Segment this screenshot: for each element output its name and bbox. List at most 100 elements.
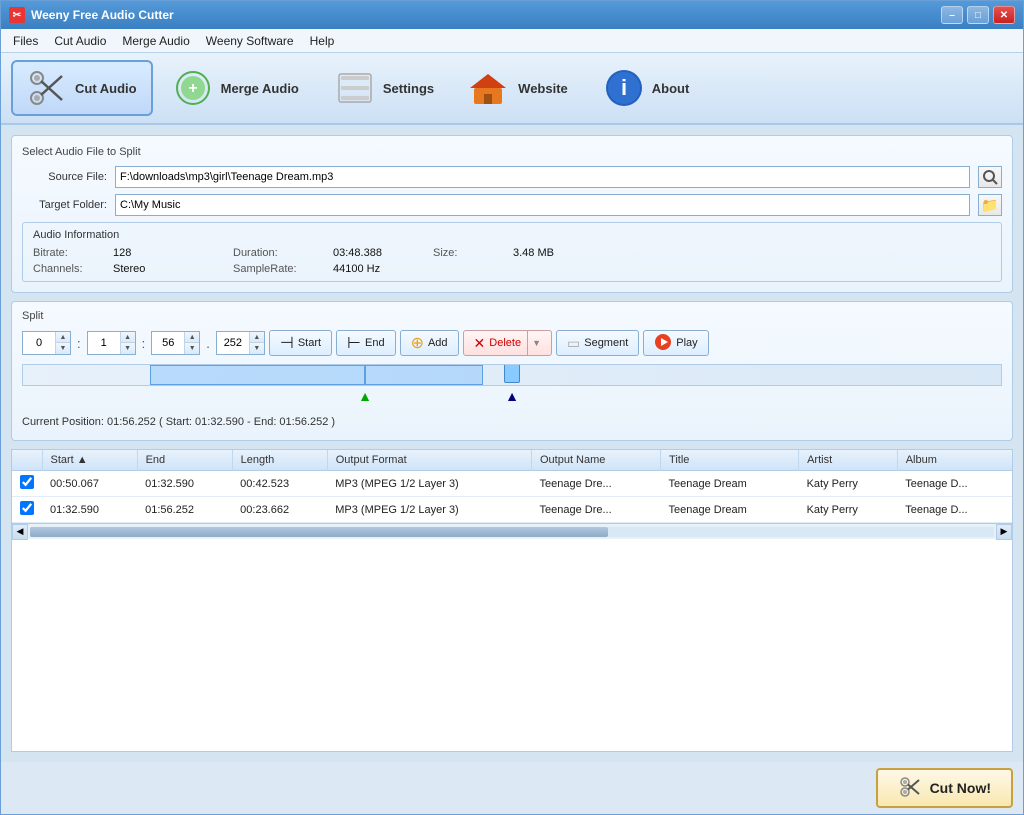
scroll-left-button[interactable]: ◀ [12, 524, 28, 540]
source-file-row: Source File: [22, 166, 1002, 188]
play-button[interactable]: Play [643, 330, 708, 356]
tenths-input[interactable] [152, 332, 184, 354]
col-length[interactable]: Length [232, 450, 327, 471]
waveform-display[interactable] [22, 364, 1002, 386]
add-label: Add [428, 337, 448, 349]
cell-start: 01:32.590 [42, 497, 137, 523]
minutes-up[interactable]: ▲ [56, 332, 70, 343]
seconds-input-group: ▲ ▼ [87, 331, 136, 355]
millis-spinners: ▲ ▼ [249, 332, 264, 354]
col-artist[interactable]: Artist [799, 450, 898, 471]
millis-down[interactable]: ▼ [250, 343, 264, 354]
millis-up[interactable]: ▲ [250, 332, 264, 343]
svg-text:i: i [621, 75, 627, 100]
scroll-track[interactable] [30, 527, 994, 537]
toolbar-merge-audio[interactable]: + Merge Audio [157, 60, 315, 116]
minutes-down[interactable]: ▼ [56, 343, 70, 354]
scroll-thumb[interactable] [30, 527, 608, 537]
cell-start: 00:50.067 [42, 471, 137, 497]
source-file-label: Source File: [22, 171, 107, 183]
audio-info-panel: Audio Information Bitrate: 128 Duration:… [22, 222, 1002, 282]
target-browse-button[interactable]: 📁 [978, 194, 1002, 216]
add-button[interactable]: ⊕ Add [400, 330, 459, 356]
menu-help[interactable]: Help [302, 32, 343, 50]
cell-format: MP3 (MPEG 1/2 Layer 3) [327, 471, 531, 497]
add-icon: ⊕ [411, 333, 424, 353]
cell-end: 01:56.252 [137, 497, 232, 523]
end-label: End [365, 337, 385, 349]
menu-weeny-software[interactable]: Weeny Software [198, 32, 302, 50]
cell-format: MP3 (MPEG 1/2 Layer 3) [327, 497, 531, 523]
main-content: Select Audio File to Split Source File: … [1, 125, 1023, 762]
start-marker: ▲ [358, 388, 372, 404]
position-marker[interactable] [504, 364, 520, 383]
table-row: 01:32.590 01:56.252 00:23.662 MP3 (MPEG … [12, 497, 1012, 523]
segment-button[interactable]: ▭ Segment [556, 330, 639, 356]
maximize-button[interactable]: □ [967, 6, 989, 24]
col-format[interactable]: Output Format [327, 450, 531, 471]
col-start[interactable]: Start ▲ [42, 450, 137, 471]
cell-artist: Katy Perry [799, 497, 898, 523]
target-folder-row: Target Folder: 📁 [22, 194, 1002, 216]
seconds-down[interactable]: ▼ [121, 343, 135, 354]
main-window: ✂ Weeny Free Audio Cutter – □ ✕ Files Cu… [0, 0, 1024, 815]
cut-now-button[interactable]: Cut Now! [876, 768, 1013, 808]
toolbar-cut-audio[interactable]: Cut Audio [11, 60, 153, 116]
toolbar-about[interactable]: i About [588, 60, 708, 116]
tenths-down[interactable]: ▼ [185, 343, 199, 354]
app-icon: ✂ [9, 7, 25, 23]
end-marker: ▲ [505, 388, 519, 404]
menu-merge-audio[interactable]: Merge Audio [114, 32, 197, 50]
cell-output-name: Teenage Dre... [531, 497, 660, 523]
source-browse-button[interactable] [978, 166, 1002, 188]
close-button[interactable]: ✕ [993, 6, 1015, 24]
minimize-button[interactable]: – [941, 6, 963, 24]
end-button[interactable]: ⊢ End [336, 330, 396, 356]
bottom-bar: Cut Now! [1, 762, 1023, 814]
horizontal-scrollbar[interactable]: ◀ ▶ [12, 523, 1012, 539]
row-checkbox[interactable] [20, 475, 34, 489]
start-icon: ⊣ [280, 333, 294, 353]
target-folder-input[interactable] [115, 194, 970, 216]
duration-label: Duration: [233, 247, 333, 259]
delete-label: Delete [489, 337, 521, 349]
scroll-right-button[interactable]: ▶ [996, 524, 1012, 540]
seconds-spinners: ▲ ▼ [120, 332, 135, 354]
size-label: Size: [433, 247, 513, 259]
minutes-input[interactable] [23, 332, 55, 354]
seconds-up[interactable]: ▲ [121, 332, 135, 343]
delete-button[interactable]: ✕ Delete ▼ [463, 330, 552, 356]
size-value: 3.48 MB [513, 247, 613, 259]
table-header-row: Start ▲ End Length Output Format Output … [12, 450, 1012, 471]
tenths-up[interactable]: ▲ [185, 332, 199, 343]
seconds-input[interactable] [88, 332, 120, 354]
toolbar-settings[interactable]: Settings [319, 60, 450, 116]
select-section-label: Select Audio File to Split [22, 146, 1002, 158]
cut-now-icon [898, 775, 922, 802]
toolbar-website[interactable]: Website [454, 60, 584, 116]
target-folder-label: Target Folder: [22, 199, 107, 211]
merge-icon: + [173, 68, 213, 108]
cell-length: 00:42.523 [232, 471, 327, 497]
col-end[interactable]: End [137, 450, 232, 471]
start-button[interactable]: ⊣ Start [269, 330, 332, 356]
delete-icon: ✕ [474, 335, 486, 352]
settings-icon [335, 68, 375, 108]
source-file-input[interactable] [115, 166, 970, 188]
cell-album: Teenage D... [897, 471, 1012, 497]
timeline-area: ▲ ▲ [22, 364, 1002, 386]
millis-input[interactable] [217, 332, 249, 354]
end-icon: ⊢ [347, 333, 361, 353]
segment-1-highlight [150, 365, 365, 385]
row-checkbox[interactable] [20, 501, 34, 515]
delete-dropdown-arrow[interactable]: ▼ [527, 331, 541, 355]
menu-cut-audio[interactable]: Cut Audio [46, 32, 114, 50]
col-output-name[interactable]: Output Name [531, 450, 660, 471]
cell-title: Teenage Dream [661, 471, 799, 497]
cell-length: 00:23.662 [232, 497, 327, 523]
col-title[interactable]: Title [661, 450, 799, 471]
tenths-input-group: ▲ ▼ [151, 331, 200, 355]
cell-title: Teenage Dream [661, 497, 799, 523]
menu-files[interactable]: Files [5, 32, 46, 50]
col-album[interactable]: Album [897, 450, 1012, 471]
